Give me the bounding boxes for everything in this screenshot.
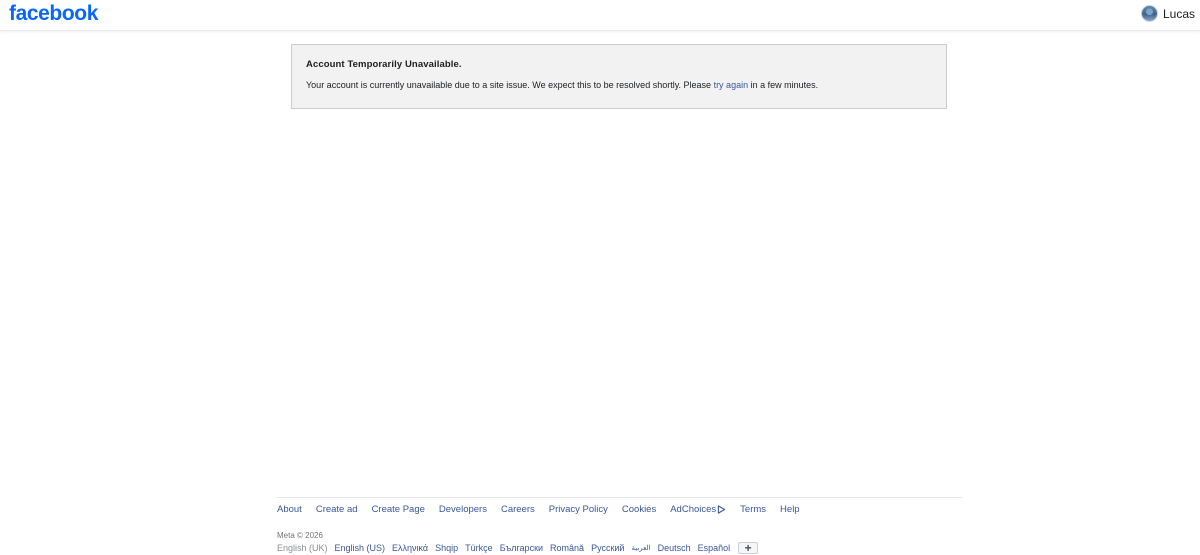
footer-link-cookies[interactable]: Cookies [622,504,656,515]
language-albanian[interactable]: Shqip [435,543,458,553]
notice-text-before: Your account is currently unavailable du… [306,80,714,90]
footer-link-create-page[interactable]: Create Page [372,504,425,515]
footer-link-careers[interactable]: Careers [501,504,535,515]
account-unavailable-notice: Account Temporarily Unavailable. Your ac… [291,44,947,109]
notice-title: Account Temporarily Unavailable. [306,59,462,70]
language-german[interactable]: Deutsch [658,543,691,553]
facebook-logo[interactable]: facebook [9,2,98,26]
copyright: Meta © 2026 [277,531,323,540]
more-languages-button[interactable]: + [738,542,759,554]
language-turkish[interactable]: Türkçe [465,543,493,553]
language-russian[interactable]: Русский [591,543,624,553]
current-language: English (UK) [277,543,328,553]
footer-link-about[interactable]: About [277,504,302,515]
top-bar: facebook Lucas [0,0,1200,31]
avatar[interactable] [1140,5,1158,22]
profile-name[interactable]: Lucas [1163,7,1195,21]
language-romanian[interactable]: Română [550,543,584,553]
profile-link[interactable]: Lucas [1140,5,1195,22]
language-bulgarian[interactable]: Български [500,543,543,553]
footer-links: About Create ad Create Page Developers C… [277,504,800,515]
notice-body: Your account is currently unavailable du… [306,79,932,91]
notice-text-after: in a few minutes. [748,80,819,90]
language-english-us[interactable]: English (US) [335,543,386,553]
adchoices-icon [717,505,726,514]
footer-link-adchoices[interactable]: AdChoices [670,504,726,515]
language-greek[interactable]: Ελληνικά [392,543,428,553]
language-arabic[interactable]: العربية [631,544,650,552]
footer-divider [277,497,962,498]
language-selector: English (UK) English (US) Ελληνικά Shqip… [277,542,759,554]
footer-link-create-ad[interactable]: Create ad [316,504,358,515]
footer-link-help[interactable]: Help [780,504,800,515]
try-again-link[interactable]: try again [714,80,749,90]
footer-link-privacy-policy[interactable]: Privacy Policy [549,504,608,515]
language-spanish[interactable]: Español [698,543,731,553]
adchoices-label: AdChoices [670,504,717,515]
footer-link-developers[interactable]: Developers [439,504,487,515]
footer-link-terms[interactable]: Terms [740,504,766,515]
